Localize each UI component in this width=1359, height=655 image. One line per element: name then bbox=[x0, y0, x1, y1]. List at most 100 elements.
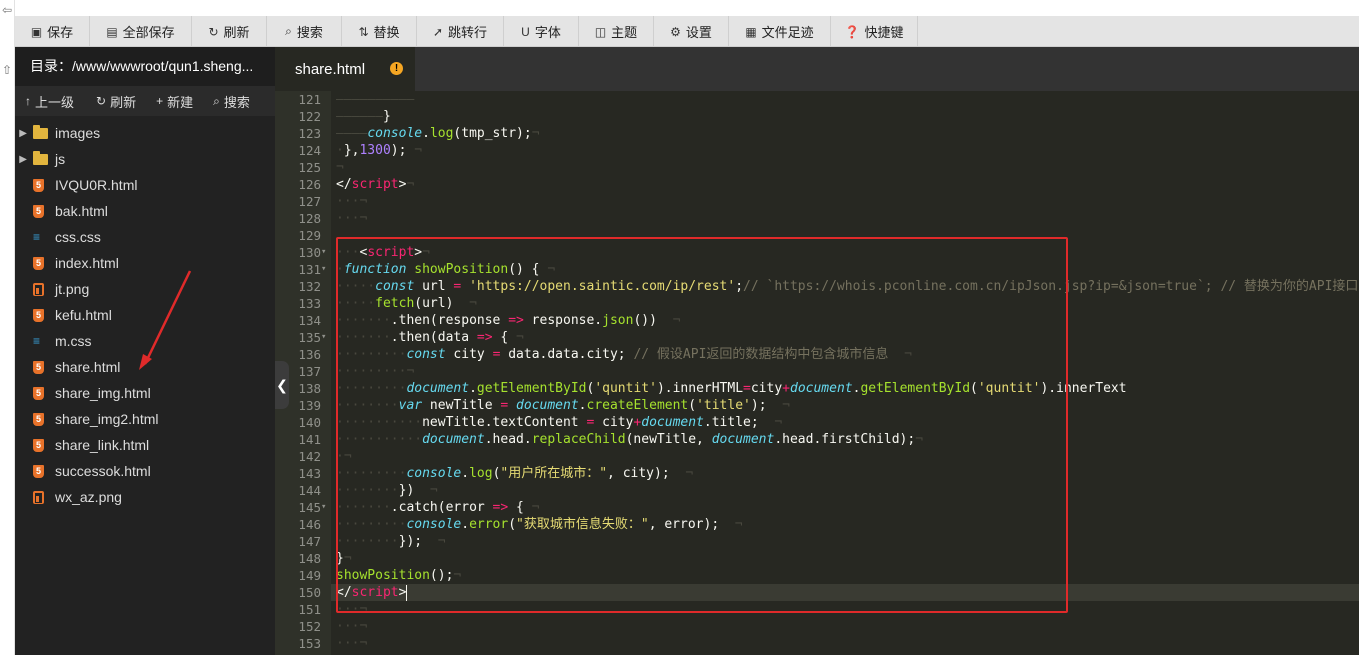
goto-line-button[interactable]: ➚ 跳转行 bbox=[417, 16, 504, 47]
caret-right-icon: ▶ bbox=[19, 127, 27, 139]
file-item[interactable]: 5 share_img.html bbox=[15, 380, 275, 406]
tab-share-html[interactable]: share.html ! bbox=[275, 47, 415, 91]
file-item[interactable]: wx_az.png bbox=[15, 484, 275, 510]
code-line[interactable]: ——————} bbox=[336, 108, 391, 125]
upload-icon[interactable]: ⇧ bbox=[2, 64, 12, 76]
file-list: ▶ images ▶ js 5 IVQU0R.html 5 bak.html ≡ css.css 5… bbox=[15, 116, 275, 510]
back-arrow-icon[interactable]: ⇦ bbox=[2, 4, 12, 16]
code-line[interactable]: </script> bbox=[336, 584, 408, 601]
file-item[interactable]: 5 index.html bbox=[15, 250, 275, 276]
code-line[interactable]: ···<script>¬ bbox=[336, 244, 430, 261]
up-level-button[interactable]: ↑ 上一级 bbox=[25, 92, 74, 111]
code-token: ¬ bbox=[719, 517, 743, 532]
replace-button[interactable]: ⇅ 替换 bbox=[342, 16, 417, 47]
shortcuts-button[interactable]: ❓ 快捷键 bbox=[831, 16, 918, 47]
code-line[interactable]: ¬ bbox=[336, 159, 344, 176]
search-icon: ⌕ bbox=[213, 93, 220, 108]
code-line[interactable]: ·¬ bbox=[336, 448, 352, 465]
code-line[interactable]: ·······.then(response => response.json()… bbox=[336, 312, 680, 329]
history-icon: ▦ bbox=[745, 24, 757, 39]
code-line[interactable]: ···¬ bbox=[336, 618, 367, 635]
code-line[interactable]: ·····const url = 'https://open.saintic.c… bbox=[336, 278, 1358, 295]
code-token: }); bbox=[398, 534, 423, 549]
file-item[interactable]: 5 IVQU0R.html bbox=[15, 172, 275, 198]
file-item[interactable]: 5 successok.html bbox=[15, 458, 275, 484]
new-button[interactable]: + 新建 bbox=[156, 92, 193, 111]
code-line[interactable]: ·······.catch(error => { ¬ bbox=[336, 499, 540, 516]
code-token: url bbox=[414, 279, 454, 294]
search-button[interactable]: ⌕ 搜索 bbox=[267, 16, 342, 47]
code-token: fetch bbox=[375, 296, 415, 311]
fold-toggle-icon[interactable]: ▾ bbox=[321, 499, 331, 516]
code-line[interactable]: ···¬ bbox=[336, 193, 367, 210]
file-item[interactable]: 5 share_img2.html bbox=[15, 406, 275, 432]
fold-toggle-icon[interactable]: ▾ bbox=[321, 261, 331, 278]
file-type-icon: 5 bbox=[33, 308, 55, 322]
code-line[interactable]: ·········¬ bbox=[336, 363, 414, 380]
code-line[interactable]: ········var newTitle = document.createEl… bbox=[336, 397, 790, 414]
code-token: (tmp_str); bbox=[453, 126, 532, 141]
font-button[interactable]: U 字体 bbox=[504, 16, 579, 47]
code-line[interactable]: —————————— bbox=[336, 91, 414, 108]
code-line[interactable]: ···¬ bbox=[336, 635, 367, 652]
code-line[interactable]: ·········console.error("获取城市信息失败：", erro… bbox=[336, 516, 743, 533]
collapse-sidebar-button[interactable]: ❮ bbox=[275, 361, 289, 409]
folder-item[interactable]: ▶ images bbox=[15, 120, 275, 146]
code-token: response. bbox=[523, 313, 603, 328]
html-file-icon: 5 bbox=[33, 464, 44, 478]
code-line[interactable]: ————console.log(tmp_str);¬ bbox=[336, 125, 540, 142]
code-token: } bbox=[382, 109, 391, 124]
file-item[interactable]: 5 kefu.html bbox=[15, 302, 275, 328]
fold-toggle-icon[interactable]: ▾ bbox=[321, 244, 331, 261]
code-token: ····· bbox=[336, 279, 376, 294]
sidebar-search-button[interactable]: ⌕ 搜索 bbox=[213, 92, 250, 111]
code-line[interactable]: ···¬ bbox=[336, 601, 367, 618]
code-line[interactable]: </script>¬ bbox=[336, 176, 414, 193]
code-line[interactable]: ·····fetch(url) ¬ bbox=[336, 295, 477, 312]
code-line[interactable]: ·······.then(data => { ¬ bbox=[336, 329, 524, 346]
code-line[interactable]: ·········const city = data.data.city; //… bbox=[336, 346, 912, 363]
code-line[interactable]: ·function showPosition() { ¬ bbox=[336, 261, 555, 278]
file-item[interactable]: ≡ m.css bbox=[15, 328, 275, 354]
save-all-button[interactable]: ▤ 全部保存 bbox=[90, 16, 192, 47]
code-token: 1300 bbox=[359, 143, 391, 158]
code-line[interactable]: }¬ bbox=[336, 550, 352, 567]
code-line[interactable]: ···········document.head.replaceChild(ne… bbox=[336, 431, 923, 448]
code-token: ¬ bbox=[422, 245, 430, 260]
code-token: ········· bbox=[336, 381, 407, 396]
file-item[interactable]: 5 share.html bbox=[15, 354, 275, 380]
file-item[interactable]: 5 share_link.html bbox=[15, 432, 275, 458]
code-line[interactable]: ·········console.log("用户所在城市：", city); ¬ bbox=[336, 465, 693, 482]
file-item[interactable]: jt.png bbox=[15, 276, 275, 302]
file-item[interactable]: ≡ css.css bbox=[15, 224, 275, 250]
file-history-button[interactable]: ▦ 文件足迹 bbox=[729, 16, 831, 47]
file-name: share_link.html bbox=[55, 437, 150, 453]
folder-item[interactable]: ▶ js bbox=[15, 146, 275, 172]
code-line[interactable]: ·},1300); ¬ bbox=[336, 142, 422, 159]
code-line[interactable]: ···········newTitle.textContent = city+d… bbox=[336, 414, 782, 431]
code-token: => bbox=[492, 500, 509, 515]
fold-toggle-icon[interactable]: ▾ bbox=[321, 329, 331, 346]
file-type-icon: 5 bbox=[33, 464, 55, 478]
code-line[interactable]: showPosition();¬ bbox=[336, 567, 461, 584]
theme-button[interactable]: ◫ 主题 bbox=[579, 16, 654, 47]
settings-button[interactable]: ⚙ 设置 bbox=[654, 16, 729, 47]
code-area[interactable]: 121 122 123 124 125 126 127 128 129 130 ▾ 131 ▾ 132 13… bbox=[275, 91, 1359, 655]
save-button[interactable]: ▣ 保存 bbox=[15, 16, 90, 47]
refresh-button[interactable]: ↻ 刷新 bbox=[192, 16, 267, 47]
code-line[interactable]: ···¬ bbox=[336, 210, 367, 227]
code-line[interactable]: ········}) ¬ bbox=[336, 482, 438, 499]
code-line[interactable]: ·········document.getElementById('quntit… bbox=[336, 380, 1127, 397]
code-token: ··· bbox=[336, 245, 360, 260]
code-line[interactable]: ········}); ¬ bbox=[336, 533, 446, 550]
code-token: .head. bbox=[484, 432, 532, 447]
sidebar-refresh-button[interactable]: ↻ 刷新 bbox=[96, 92, 136, 111]
code-token: · bbox=[336, 143, 344, 158]
code-token: script bbox=[351, 177, 399, 192]
file-item[interactable]: 5 bak.html bbox=[15, 198, 275, 224]
